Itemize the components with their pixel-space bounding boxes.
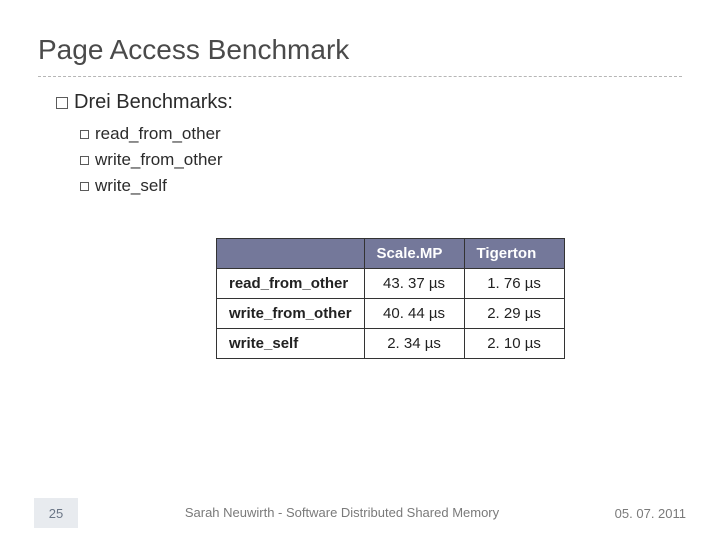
row-label: write_self (217, 329, 365, 359)
cell: 2. 10 µs (464, 329, 564, 359)
main-line-text: Drei Benchmarks: (74, 91, 233, 114)
list-item-label: write_self (95, 176, 167, 196)
table-corner (217, 239, 365, 269)
footer-date: 05. 07. 2011 (586, 506, 686, 521)
list-item: write_from_other (80, 150, 682, 170)
cell: 1. 76 µs (464, 269, 564, 299)
slide: Page Access Benchmark Drei Benchmarks: r… (0, 0, 720, 540)
table-row: write_from_other 40. 44 µs 2. 29 µs (217, 299, 565, 329)
square-bullet-icon (80, 182, 89, 191)
footer: 25 Sarah Neuwirth - Software Distributed… (0, 498, 720, 528)
table-header: Scale.MP (364, 239, 464, 269)
square-bullet-icon (56, 97, 68, 109)
cell: 43. 37 µs (364, 269, 464, 299)
table-row: write_self 2. 34 µs 2. 10 µs (217, 329, 565, 359)
content: Drei Benchmarks: read_from_other write_f… (38, 77, 682, 359)
list-item-label: read_from_other (95, 124, 221, 144)
page-title: Page Access Benchmark (38, 34, 682, 66)
list-item: write_self (80, 176, 682, 196)
square-bullet-icon (80, 156, 89, 165)
row-label: read_from_other (217, 269, 365, 299)
page-number: 25 (34, 498, 78, 528)
list-item: read_from_other (80, 124, 682, 144)
table-header: Tigerton (464, 239, 564, 269)
cell: 2. 34 µs (364, 329, 464, 359)
row-label: write_from_other (217, 299, 365, 329)
benchmark-table-wrap: Scale.MP Tigerton read_from_other 43. 37… (216, 238, 682, 359)
main-bullet: Drei Benchmarks: (56, 91, 682, 114)
square-bullet-icon (80, 130, 89, 139)
footer-author: Sarah Neuwirth - Software Distributed Sh… (98, 505, 586, 521)
table-row: read_from_other 43. 37 µs 1. 76 µs (217, 269, 565, 299)
sub-list: read_from_other write_from_other write_s… (56, 124, 682, 196)
cell: 40. 44 µs (364, 299, 464, 329)
table-header-row: Scale.MP Tigerton (217, 239, 565, 269)
cell: 2. 29 µs (464, 299, 564, 329)
benchmark-table: Scale.MP Tigerton read_from_other 43. 37… (216, 238, 565, 359)
list-item-label: write_from_other (95, 150, 223, 170)
